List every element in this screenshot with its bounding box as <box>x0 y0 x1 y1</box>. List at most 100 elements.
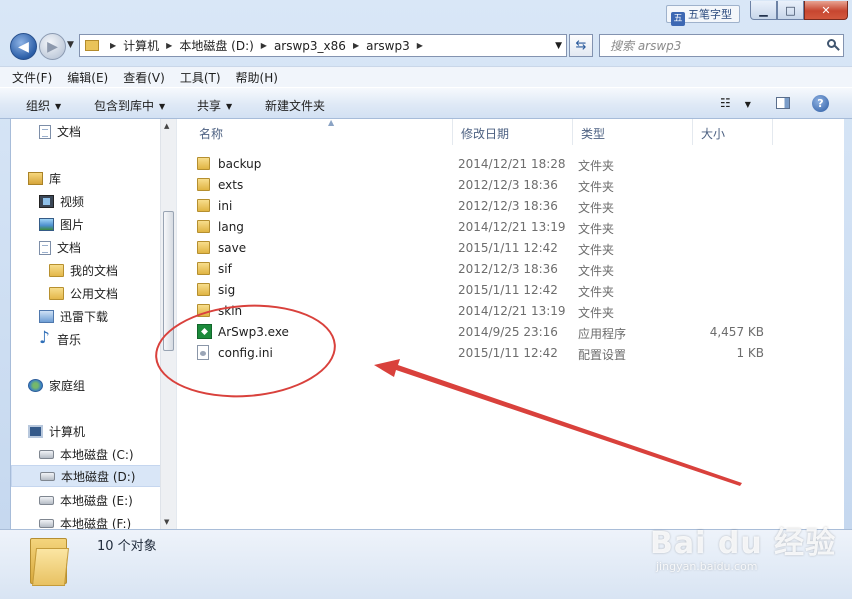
back-button[interactable]: ◀ <box>10 33 37 60</box>
menu-view[interactable]: 查看(V) <box>123 69 165 86</box>
breadcrumb-computer[interactable]: 计算机 <box>123 37 159 54</box>
help-button[interactable]: ? <box>812 95 829 112</box>
nav-item-public-documents[interactable]: 公用文档 <box>49 285 118 302</box>
minimize-button[interactable]: ▁ <box>750 1 777 20</box>
chevron-down-icon: ▼ <box>744 100 751 109</box>
chevron-right-icon[interactable]: ▶ <box>417 41 423 50</box>
ime-label: 五笔字型 <box>688 8 732 21</box>
nav-label: 本地磁盘 (E:) <box>60 494 133 508</box>
file-date: 2014/12/21 18:28 <box>458 157 566 171</box>
address-bar[interactable]: ▶ 计算机 ▶ 本地磁盘 (D:) ▶ arswp3_x86 ▶ arswp3 … <box>79 34 567 57</box>
file-type: 文件夹 <box>578 243 615 257</box>
picture-icon <box>39 218 54 231</box>
chevron-down-icon: ▼ <box>67 40 74 50</box>
file-type: 应用程序 <box>578 327 627 341</box>
column-header-date[interactable]: 修改日期 <box>453 119 573 145</box>
chevron-right-icon[interactable]: ▶ <box>353 41 359 50</box>
menu-file[interactable]: 文件(F) <box>12 69 52 86</box>
menu-help[interactable]: 帮助(H) <box>236 69 278 86</box>
preview-pane-button[interactable] <box>776 97 790 109</box>
file-row-backup[interactable]: backup 2014/12/21 18:28 文件夹 <box>191 153 811 174</box>
recent-pages-button[interactable]: ▼ <box>67 40 74 50</box>
nav-item-documents[interactable]: 文档 <box>39 239 81 256</box>
nav-item-videos[interactable]: 视频 <box>39 193 84 210</box>
nav-label: 本地磁盘 (C:) <box>60 448 134 462</box>
address-dropdown-icon[interactable]: ▼ <box>555 41 562 51</box>
file-row-sif[interactable]: sif 2012/12/3 18:36 文件夹 <box>191 258 811 279</box>
computer-icon <box>28 425 43 438</box>
nav-label: 视频 <box>60 195 85 209</box>
include-library-button[interactable]: 包含到库中 ▼ <box>94 97 165 114</box>
column-label: 类型 <box>581 127 606 141</box>
file-row-save[interactable]: save 2015/1/11 12:42 文件夹 <box>191 237 811 258</box>
chevron-right-icon[interactable]: ▶ <box>110 41 116 50</box>
nav-item-drive-f[interactable]: 本地磁盘 (F:) <box>39 515 131 529</box>
search-box[interactable] <box>599 34 844 57</box>
nav-label: 计算机 <box>49 425 86 439</box>
refresh-button[interactable]: ⇆ <box>569 34 593 57</box>
file-date: 2015/1/11 12:42 <box>458 241 558 255</box>
maximize-button[interactable]: □ <box>777 1 804 20</box>
nav-item-libraries[interactable]: 库 <box>28 170 61 187</box>
nav-pane-scrollbar[interactable]: ▲ ▼ <box>160 119 177 529</box>
forward-button[interactable]: ▶ <box>39 33 66 60</box>
scroll-up-icon[interactable]: ▲ <box>164 122 169 130</box>
file-row-lang[interactable]: lang 2014/12/21 13:19 文件夹 <box>191 216 811 237</box>
menu-bar: 文件(F) 编辑(E) 查看(V) 工具(T) 帮助(H) <box>0 66 852 87</box>
scroll-down-icon[interactable]: ▼ <box>164 518 169 526</box>
nav-item-my-documents[interactable]: 我的文档 <box>49 262 118 279</box>
file-type: 文件夹 <box>578 180 615 194</box>
nav-item-xunlei-downloads[interactable]: 迅雷下载 <box>39 308 108 325</box>
sort-ascending-icon: ▲ <box>328 118 335 127</box>
breadcrumb-arswp3[interactable]: arswp3 <box>366 39 410 53</box>
document-icon <box>39 240 51 255</box>
folder-icon <box>197 283 210 296</box>
chevron-right-icon[interactable]: ▶ <box>261 41 267 50</box>
xunlei-icon <box>39 310 54 323</box>
column-label: 大小 <box>701 127 726 141</box>
file-type: 文件夹 <box>578 285 615 299</box>
nav-item-drive-e[interactable]: 本地磁盘 (E:) <box>39 492 133 509</box>
column-header-size[interactable]: 大小 <box>693 119 773 145</box>
file-date: 2015/1/11 12:42 <box>458 283 558 297</box>
column-header-type[interactable]: 类型 <box>573 119 693 145</box>
change-view-button[interactable]: ☷ ▼ <box>720 96 751 110</box>
file-name: backup <box>218 157 262 171</box>
help-icon: ? <box>817 97 824 110</box>
search-input[interactable] <box>600 35 820 56</box>
view-list-icon: ☷ <box>720 96 731 110</box>
new-folder-button[interactable]: 新建文件夹 <box>265 97 325 114</box>
nav-item-pictures[interactable]: 图片 <box>39 216 84 233</box>
nav-item-documents-top[interactable]: 文档 <box>39 123 81 140</box>
item-count: 10 个对象 <box>97 539 157 554</box>
chevron-down-icon: ▼ <box>226 102 233 111</box>
nav-item-drive-c[interactable]: 本地磁盘 (C:) <box>39 446 134 463</box>
chevron-right-icon[interactable]: ▶ <box>166 41 172 50</box>
file-row-sig[interactable]: sig 2015/1/11 12:42 文件夹 <box>191 279 811 300</box>
ime-indicator[interactable]: 五五笔字型 <box>666 5 740 26</box>
folder-icon <box>49 264 64 277</box>
nav-item-computer[interactable]: 计算机 <box>28 423 85 440</box>
nav-item-homegroup[interactable]: 家庭组 <box>28 377 85 394</box>
column-header-name[interactable]: 名称 ▲ <box>191 118 453 145</box>
include-library-label: 包含到库中 <box>94 99 155 113</box>
nav-item-drive-d[interactable]: 本地磁盘 (D:) <box>11 465 161 487</box>
file-row-ini[interactable]: ini 2012/12/3 18:36 文件夹 <box>191 195 811 216</box>
share-button[interactable]: 共享 ▼ <box>197 97 232 114</box>
menu-tools[interactable]: 工具(T) <box>180 69 221 86</box>
column-label: 名称 <box>199 127 224 141</box>
file-row-exts[interactable]: exts 2012/12/3 18:36 文件夹 <box>191 174 811 195</box>
file-type: 文件夹 <box>578 264 615 278</box>
breadcrumb-drive-d[interactable]: 本地磁盘 (D:) <box>179 37 253 54</box>
nav-item-music[interactable]: 音乐 <box>39 328 81 348</box>
file-date: 2014/12/21 13:19 <box>458 304 566 318</box>
file-type: 文件夹 <box>578 222 615 236</box>
organize-button[interactable]: 组织 ▼ <box>26 97 61 114</box>
breadcrumb-arswp3-x86[interactable]: arswp3_x86 <box>274 39 346 53</box>
close-button[interactable]: ✕ <box>804 1 848 20</box>
search-icon[interactable] <box>827 39 836 48</box>
file-type: 文件夹 <box>578 201 615 215</box>
menu-edit[interactable]: 编辑(E) <box>67 69 108 86</box>
file-date: 2014/9/25 23:16 <box>458 325 558 339</box>
file-size: 4,457 KB <box>709 325 764 339</box>
